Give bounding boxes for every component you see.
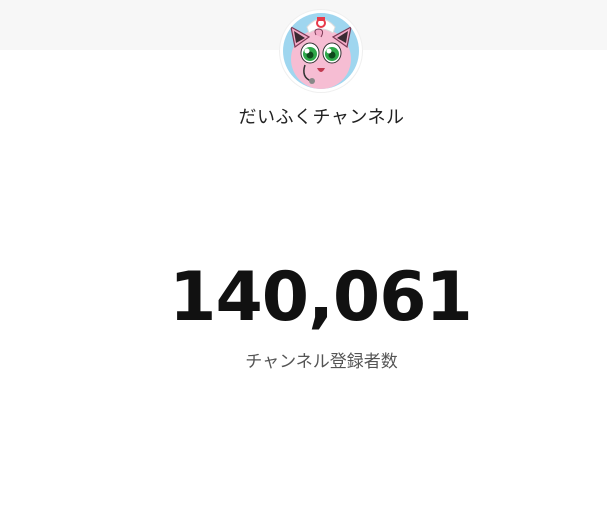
- jigglypuff-avatar-icon: [283, 13, 359, 89]
- channel-name: だいふくチャンネル: [238, 107, 405, 128]
- subscriber-count-label: チャンネル登録者数: [245, 352, 398, 372]
- subscriber-counter-page: だいふくチャンネル 140,061 チャンネル登録者数: [0, 0, 607, 513]
- subscriber-count: 140,061: [169, 258, 473, 337]
- channel-avatar[interactable]: [280, 10, 362, 92]
